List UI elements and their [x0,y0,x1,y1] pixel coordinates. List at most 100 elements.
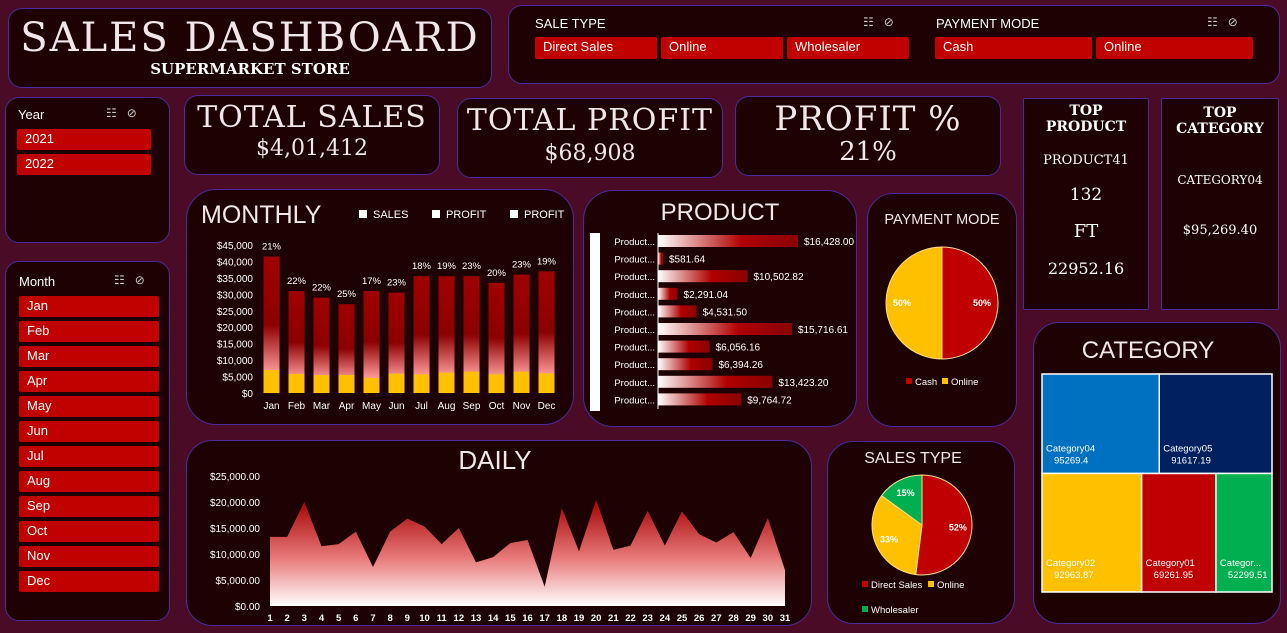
x-tick-label: 12 [454,613,465,624]
treemap-tile-label: Category01 [1146,558,1195,569]
sale-payment-slicers: SALE TYPE ☷⊘ Direct Sales Online Wholesa… [508,5,1280,84]
profit-percent-label: 21% [262,242,282,253]
sale-type-option-direct-sales[interactable]: Direct Sales [535,37,657,59]
x-tick-label: 24 [660,613,671,624]
clear-filter-icon[interactable]: ⊘ [1228,15,1248,29]
sale-type-option-online[interactable]: Online [661,37,783,59]
x-tick-label: 6 [353,613,358,624]
top-category-title-line1: TOP [1203,105,1237,121]
top-product-title-line2: PRODUCT [1045,119,1127,135]
product-bar [658,358,713,371]
month-option-oct[interactable]: Oct [19,521,159,542]
legend-swatch [906,378,912,384]
dashboard-subtitle: SUPERMARKET STORE [150,60,350,78]
pie-value-label: 33% [880,534,898,544]
x-tick-label: Aug [438,401,456,412]
month-option-dec[interactable]: Dec [19,571,159,592]
multi-select-icon[interactable]: ☷ [106,106,127,120]
x-tick-label: Feb [288,401,306,412]
month-option-may[interactable]: May [19,396,159,417]
dashboard-title: SALES DASHBOARD [20,15,480,61]
month-slicer-title: Month [19,274,56,289]
profit-percent-label: 19% [537,256,557,267]
product-value-label: $9,764.72 [747,395,792,406]
y-tick-label: $0 [242,389,254,400]
treemap-tile-value: 95269.4 [1054,456,1088,467]
year-option-2021[interactable]: 2021 [17,129,151,150]
payment-mode-option-online[interactable]: Online [1096,37,1253,59]
payment-mode-title: PAYMENT MODE [884,212,1000,228]
sales-type-title: SALES TYPE [864,450,962,467]
product-chart: PRODUCT Product... $16,428.00 Product... $58… [590,199,854,411]
product-bar [658,323,792,335]
pie-value-label: 50% [893,298,911,308]
x-tick-label: 29 [745,613,756,624]
profit-percent-label: 17% [362,276,382,287]
top-product-card: TOP PRODUCT PRODUCT41 132 FT 22952.16 [1023,98,1149,310]
x-tick-label: 11 [437,613,448,624]
pie-value-label: 50% [973,298,991,308]
x-tick-label: 18 [557,613,568,624]
month-option-feb[interactable]: Feb [19,321,159,342]
clear-filter-icon[interactable]: ⊘ [135,273,155,287]
y-tick-label: $15,000 [217,340,254,351]
multi-select-icon[interactable]: ☷ [114,273,135,287]
x-tick-label: 30 [763,613,774,624]
treemap-tile-label: Categor... [1220,558,1261,569]
y-tick-label: $0.00 [235,602,260,613]
payment-mode-option-cash[interactable]: Cash [935,37,1092,59]
top-product-qty: 132 [1069,185,1103,205]
multi-select-icon[interactable]: ☷ [863,15,884,29]
y-tick-label: $25,000.00 [210,472,260,483]
y-tick-label: $20,000.00 [210,498,260,509]
x-tick-label: 23 [642,613,653,624]
year-option-2022[interactable]: 2022 [17,154,151,175]
payment-mode-slicer-title: PAYMENT MODE [936,16,1040,31]
month-option-apr[interactable]: Apr [19,371,159,392]
month-option-nov[interactable]: Nov [19,546,159,567]
scrollbar[interactable] [590,233,600,411]
multi-select-icon[interactable]: ☷ [1207,15,1228,29]
profit-bar [288,373,305,393]
product-chart-title: PRODUCT [661,199,780,226]
kpi-total-sales: TOTAL SALES $4,01,412 [184,95,440,175]
sale-type-option-wholesaler[interactable]: Wholesaler [787,37,909,59]
product-label: Product... [614,395,655,406]
x-tick-label: 16 [522,613,533,624]
y-tick-label: $40,000 [217,257,254,268]
x-tick-label: 19 [574,613,585,624]
profit-percent-label: 20% [487,268,507,279]
product-bar [658,340,710,353]
profit-percent-label: 22% [312,283,332,294]
product-value-label: $581.64 [669,255,706,266]
profit-bar [513,371,530,393]
x-tick-label: Jan [263,401,279,412]
profit-percent-label: 22% [287,276,307,287]
legend-swatch [862,606,868,612]
x-tick-label: Sep [463,401,481,412]
daily-chart: DAILY $0.00 $5,000.00 $10,000.00 $15,000.00 $… [210,445,791,624]
x-tick-label: 27 [711,613,722,624]
y-tick-label: $10,000 [217,356,254,367]
clear-filter-icon[interactable]: ⊘ [127,106,147,120]
sales-type-panel: SALES TYPE 52% 33% 15% Direct Sales Online Who… [827,441,1015,624]
legend-entry: PROFIT [524,209,565,221]
category-title: CATEGORY [1082,337,1214,364]
x-tick-label: 31 [780,613,791,624]
month-option-aug[interactable]: Aug [19,471,159,492]
month-option-jan[interactable]: Jan [19,296,159,317]
kpi-profit-percent-value: 21% [839,137,897,167]
clear-filter-icon[interactable]: ⊘ [884,15,904,29]
legend-entry: SALES [373,209,408,221]
month-option-mar[interactable]: Mar [19,346,159,367]
top-category-name: CATEGORY04 [1177,173,1263,187]
month-option-jun[interactable]: Jun [19,421,159,442]
product-value-label: $6,056.16 [716,343,761,354]
product-value-label: $13,423.20 [778,378,828,389]
kpi-profit-percent-label: PROFIT % [774,99,962,139]
month-option-jul[interactable]: Jul [19,446,159,467]
month-option-sep[interactable]: Sep [19,496,159,517]
legend-entry: Cash [915,377,937,388]
x-tick-label: Apr [339,401,355,412]
product-label: Product... [614,255,655,266]
